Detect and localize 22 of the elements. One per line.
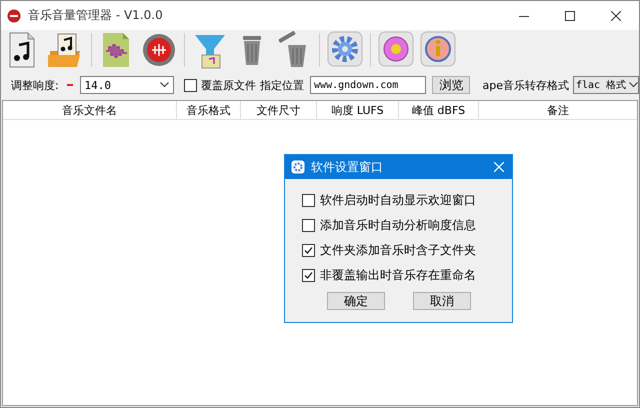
loudness-dropdown[interactable]: 14.0 [80,76,174,94]
option-label: 文件夹添加音乐时含子文件夹 [320,242,476,259]
window-title: 音乐音量管理器 - V1.0.0 [28,7,163,24]
format-label: ape音乐转存格式 [482,78,569,92]
location-label: 指定位置 [260,78,304,92]
column-header[interactable]: 响度 LUFS [317,101,399,119]
browse-button[interactable]: 浏览 [432,76,470,94]
checkbox-label: 覆盖原文件 [201,78,256,92]
format-dropdown[interactable]: flac 格式 [572,76,639,94]
dialog-button[interactable]: 确定 [327,292,385,310]
column-header[interactable]: 峰值 dBFS [399,101,479,119]
dialog-button[interactable]: 取消 [413,292,471,310]
option-label: 添加音乐时自动分析响度信息 [320,217,476,234]
dialog-title: 软件设置窗口 [311,158,383,176]
loudness-label: 调整响度: [11,78,59,92]
column-header[interactable]: 音乐文件名 [3,101,177,119]
option-label: 非覆盖输出时音乐存在重命名 [320,267,476,284]
column-header[interactable]: 音乐格式 [177,101,241,119]
column-header[interactable]: 文件尺寸 [241,101,317,119]
column-header[interactable]: 备注 [479,101,637,119]
option-label: 软件启动时自动显示欢迎窗口 [320,192,476,209]
location-field[interactable]: www.gndown.com [310,76,426,94]
